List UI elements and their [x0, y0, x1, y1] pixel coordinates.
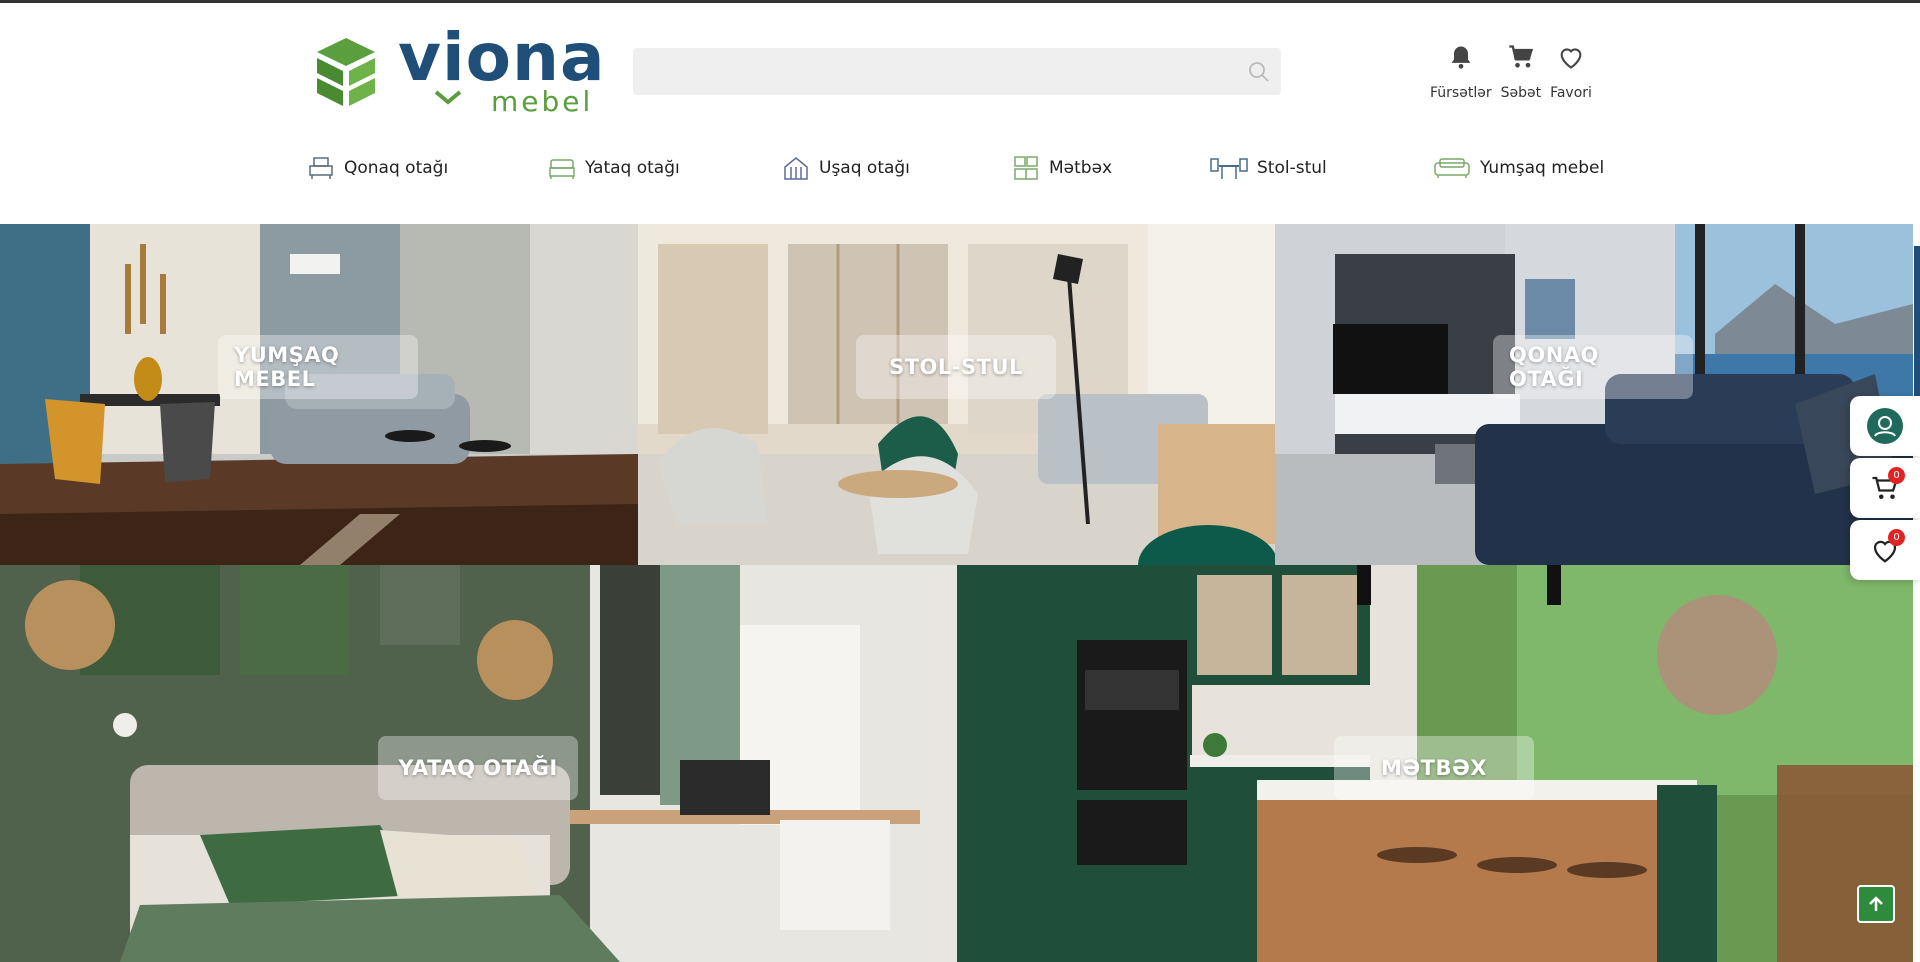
nav-label: Mətbəx — [1049, 158, 1113, 178]
favorites-label: Favori — [1550, 85, 1592, 101]
tile-table-chair[interactable]: STOL-STUL — [638, 224, 1275, 565]
nav-item-kids-room[interactable]: Uşaq otağı — [781, 153, 910, 183]
cart-label: Səbət — [1500, 85, 1542, 101]
nav-label: Yataq otağı — [585, 158, 680, 178]
search-input[interactable] — [633, 48, 1281, 95]
nav-label: Uşaq otağı — [819, 158, 910, 178]
category-nav: Qonaq otağı Yataq otağı Uşaq otağı Mətbə… — [306, 153, 1606, 193]
nav-item-bedroom[interactable]: Yataq otağı — [547, 153, 680, 183]
cart-link[interactable]: Səbət — [1500, 43, 1542, 113]
promotions-link[interactable]: Fürsətlər — [1430, 43, 1492, 113]
table-chair-icon — [1210, 158, 1248, 179]
arrow-up-icon — [1869, 896, 1883, 911]
cart-icon — [1509, 45, 1533, 68]
bed-icon — [549, 159, 575, 179]
logo-mark-icon — [317, 38, 375, 106]
tile-label: STOL-STUL — [856, 335, 1056, 399]
brand-logo[interactable]: viona mebel — [308, 19, 605, 121]
kids-room-icon — [784, 157, 808, 180]
promotions-label: Fürsətlər — [1430, 85, 1492, 101]
brand-tagline: mebel — [491, 85, 594, 118]
nav-item-sofa[interactable]: Yumşaq mebel — [1432, 153, 1604, 183]
nav-label: Qonaq otağı — [344, 158, 449, 178]
tile-label: YUMŞAQ MEBEL — [218, 335, 418, 399]
tile-label: YATAQ OTAĞI — [378, 736, 578, 800]
tile-kitchen[interactable]: MƏTBƏX — [957, 565, 1913, 962]
cart-count-badge: 0 — [1888, 467, 1905, 484]
bell-icon — [1451, 46, 1471, 69]
search-bar — [633, 48, 1281, 95]
search-icon[interactable] — [1247, 60, 1271, 84]
support-chat-icon — [1867, 408, 1903, 444]
side-favorites-button[interactable]: 0 — [1850, 520, 1920, 580]
nav-item-living-room[interactable]: Qonaq otağı — [306, 153, 448, 183]
category-banner-grid: YUMŞAQ MEBEL STOL-STUL QONAQ OTAĞI YATAQ… — [0, 224, 1920, 962]
tile-bedroom[interactable]: YATAQ OTAĞI — [0, 565, 957, 962]
heart-icon — [1560, 48, 1582, 69]
favorites-count-badge: 0 — [1888, 529, 1905, 546]
side-cart-button[interactable]: 0 — [1850, 458, 1920, 518]
tile-label: QONAQ OTAĞI — [1493, 335, 1693, 399]
tile-label: MƏTBƏX — [1334, 736, 1534, 800]
back-to-top-button[interactable] — [1857, 885, 1895, 923]
logo-check-icon — [434, 90, 462, 105]
tile-living-room[interactable]: QONAQ OTAĞI — [1275, 224, 1913, 565]
nav-label: Stol-stul — [1257, 158, 1327, 178]
nav-label: Yumşaq mebel — [1480, 158, 1605, 178]
header-actions: Fürsətlər Səbət Favori — [1430, 43, 1592, 113]
sofa-icon — [1434, 158, 1470, 178]
living-room-icon — [309, 157, 333, 179]
scroll-indicator[interactable] — [1914, 246, 1920, 406]
site-header: viona mebel Fürsətlər Səbət Favori Qonaq… — [0, 3, 1920, 224]
tile-soft-furniture[interactable]: YUMŞAQ MEBEL — [0, 224, 638, 565]
kitchen-icon — [1014, 156, 1038, 180]
favorites-link[interactable]: Favori — [1550, 43, 1592, 113]
support-chat-button[interactable] — [1850, 396, 1920, 456]
nav-item-table-chair[interactable]: Stol-stul — [1209, 153, 1327, 183]
nav-item-kitchen[interactable]: Mətbəx — [1011, 153, 1112, 183]
